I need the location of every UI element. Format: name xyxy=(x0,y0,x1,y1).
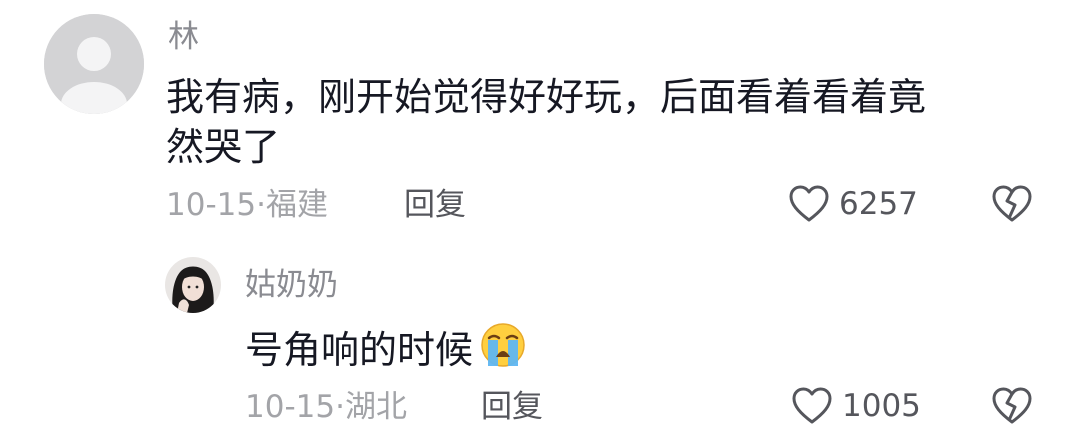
user-photo-avatar xyxy=(165,257,221,313)
meta-separator: · xyxy=(256,187,266,223)
comment-location: 湖北 xyxy=(344,389,407,425)
comment-text-line: 然哭了 xyxy=(166,125,281,169)
heart-outline-icon xyxy=(789,185,829,222)
reply-button[interactable]: 回复 xyxy=(404,190,466,221)
broken-heart-icon xyxy=(992,185,1032,222)
reply-comment-item: 姑奶奶 号角响的时候 10-15·湖北 回复 1005 xyxy=(0,240,1080,437)
dislike-button[interactable] xyxy=(990,184,1034,228)
comment-username[interactable]: 姑奶奶 xyxy=(245,270,338,301)
comment-location: 福建 xyxy=(265,187,328,223)
dislike-button[interactable] xyxy=(990,386,1034,430)
comment-meta: 10-15·湖北 xyxy=(245,392,407,423)
comment-username[interactable]: 林 xyxy=(168,22,199,53)
comment-meta: 10-15·福建 xyxy=(166,190,328,221)
avatar[interactable] xyxy=(44,14,144,114)
like-count: 6257 xyxy=(839,185,918,222)
heart-outline-icon xyxy=(792,387,832,424)
meta-separator: · xyxy=(335,389,345,425)
broken-heart-icon xyxy=(992,387,1032,424)
comment-text: 我有病，刚开始觉得好好玩，后面看着看着竟 然哭了 xyxy=(166,72,1046,172)
default-user-avatar-icon xyxy=(44,14,144,114)
loudly-crying-face-emoji xyxy=(477,321,529,381)
reply-button[interactable]: 回复 xyxy=(481,392,543,423)
like-count: 1005 xyxy=(842,387,921,424)
comment-item: 林 我有病，刚开始觉得好好玩，后面看着看着竟 然哭了 10-15·福建 回复 6… xyxy=(0,0,1080,240)
comment-text: 号角响的时候 xyxy=(245,321,529,381)
comment-text-content: 号角响的时候 xyxy=(245,328,474,372)
comment-text-line: 我有病，刚开始觉得好好玩，后面看着看着竟 xyxy=(166,75,927,119)
like-button[interactable]: 6257 xyxy=(787,184,918,224)
comment-date: 10-15 xyxy=(245,389,336,425)
like-button[interactable]: 1005 xyxy=(790,386,921,426)
avatar[interactable] xyxy=(165,257,221,313)
comment-date: 10-15 xyxy=(166,187,257,223)
